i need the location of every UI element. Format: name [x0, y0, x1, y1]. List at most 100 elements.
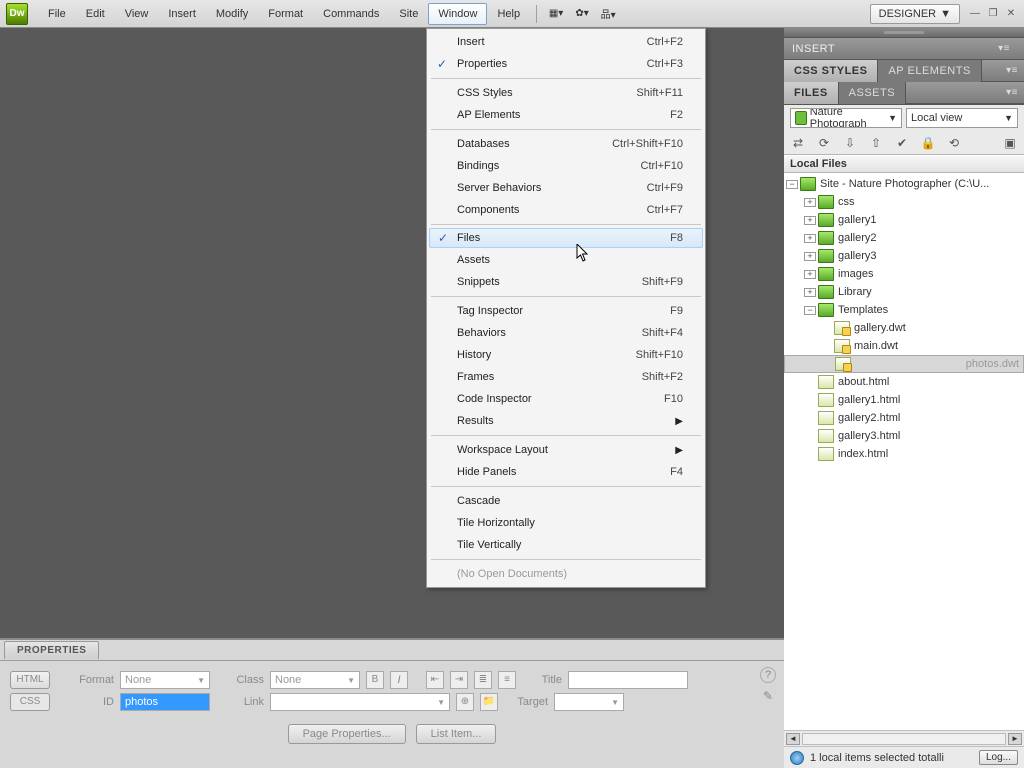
get-icon[interactable]: ⇩ — [842, 135, 858, 151]
menu-modify[interactable]: Modify — [206, 3, 258, 25]
files-column-header[interactable]: Local Files — [784, 155, 1024, 173]
menu-file[interactable]: File — [38, 3, 76, 25]
menu-view[interactable]: View — [115, 3, 159, 25]
tree-folder[interactable]: +gallery2 — [784, 229, 1024, 247]
gear-icon[interactable]: ✿▾ — [571, 5, 593, 23]
menu-item-css-styles[interactable]: CSS StylesShift+F11 — [429, 82, 703, 104]
menu-item-behaviors[interactable]: BehaviorsShift+F4 — [429, 322, 703, 344]
panel-menu-icon[interactable]: ▾≡ — [998, 43, 1016, 54]
refresh-icon[interactable]: ⟳ — [816, 135, 832, 151]
bold-icon[interactable]: B — [366, 671, 384, 689]
tree-file-selected[interactable]: photos.dwt — [784, 355, 1024, 373]
id-input[interactable]: photos — [120, 693, 210, 711]
log-button[interactable]: Log... — [979, 750, 1018, 765]
link-target-icon[interactable]: ⊕ — [456, 693, 474, 711]
menu-item-tile-vertically[interactable]: Tile Vertically — [429, 534, 703, 556]
tree-folder[interactable]: +gallery3 — [784, 247, 1024, 265]
panel-menu-icon[interactable]: ▾≡ — [1006, 87, 1024, 98]
quick-edit-icon[interactable]: ✎ — [760, 689, 776, 705]
menu-item-files[interactable]: ✓FilesF8 — [429, 228, 703, 248]
checkout-icon[interactable]: ✔ — [894, 135, 910, 151]
tree-folder[interactable]: +gallery1 — [784, 211, 1024, 229]
view-selector[interactable]: Local view ▼ — [906, 108, 1018, 128]
put-icon[interactable]: ⇧ — [868, 135, 884, 151]
menu-item-cascade[interactable]: Cascade — [429, 490, 703, 512]
scroll-track[interactable] — [802, 733, 1006, 745]
browse-folder-icon[interactable]: 📁 — [480, 693, 498, 711]
tab-files[interactable]: FILES — [784, 82, 839, 104]
css-mode-button[interactable]: CSS — [10, 693, 50, 711]
ol-icon[interactable]: ≡ — [498, 671, 516, 689]
menu-item-workspace-layout[interactable]: Workspace Layout▶ — [429, 439, 703, 461]
sync-icon[interactable]: ⟲ — [946, 135, 962, 151]
checkin-icon[interactable]: 🔒 — [920, 135, 936, 151]
tree-file[interactable]: index.html — [784, 445, 1024, 463]
ul-icon[interactable]: ≣ — [474, 671, 492, 689]
menu-item-insert[interactable]: InsertCtrl+F2 — [429, 31, 703, 53]
layout-icon[interactable]: ▦▾ — [545, 5, 567, 23]
tree-folder[interactable]: +images — [784, 265, 1024, 283]
menu-commands[interactable]: Commands — [313, 3, 389, 25]
indent-icon[interactable]: ⇥ — [450, 671, 468, 689]
workspace-switcher[interactable]: DESIGNER ▼ — [870, 4, 960, 24]
outdent-icon[interactable]: ⇤ — [426, 671, 444, 689]
tree-file[interactable]: main.dwt — [784, 337, 1024, 355]
scroll-right-icon[interactable]: ► — [1008, 733, 1022, 745]
menu-help[interactable]: Help — [487, 3, 530, 25]
menu-item-bindings[interactable]: BindingsCtrl+F10 — [429, 155, 703, 177]
target-select[interactable]: ▼ — [554, 693, 624, 711]
close-icon[interactable]: ✕ — [1004, 8, 1018, 20]
menu-edit[interactable]: Edit — [76, 3, 115, 25]
menu-item-history[interactable]: HistoryShift+F10 — [429, 344, 703, 366]
tree-folder[interactable]: +Library — [784, 283, 1024, 301]
menu-item-ap-elements[interactable]: AP ElementsF2 — [429, 104, 703, 126]
menu-window[interactable]: Window — [428, 3, 487, 25]
tab-assets[interactable]: ASSETS — [839, 82, 906, 104]
menu-item-snippets[interactable]: SnippetsShift+F9 — [429, 271, 703, 293]
menu-item-components[interactable]: ComponentsCtrl+F7 — [429, 199, 703, 221]
tree-file[interactable]: gallery.dwt — [784, 319, 1024, 337]
tree-file[interactable]: gallery1.html — [784, 391, 1024, 409]
network-icon[interactable]: 品▾ — [597, 5, 619, 23]
menu-item-hide-panels[interactable]: Hide PanelsF4 — [429, 461, 703, 483]
italic-icon[interactable]: I — [390, 671, 408, 689]
tree-file[interactable]: gallery3.html — [784, 427, 1024, 445]
format-select[interactable]: None▼ — [120, 671, 210, 689]
tree-folder[interactable]: +css — [784, 193, 1024, 211]
tree-file[interactable]: about.html — [784, 373, 1024, 391]
menu-item-server-behaviors[interactable]: Server BehaviorsCtrl+F9 — [429, 177, 703, 199]
title-input[interactable] — [568, 671, 688, 689]
page-properties-button[interactable]: Page Properties... — [288, 724, 406, 744]
expand-icon[interactable]: ▣ — [1002, 135, 1018, 151]
menu-item-code-inspector[interactable]: Code InspectorF10 — [429, 388, 703, 410]
properties-tab[interactable]: PROPERTIES — [4, 641, 99, 659]
horizontal-scrollbar[interactable]: ◄ ► — [784, 730, 1024, 746]
menu-item-assets[interactable]: Assets — [429, 249, 703, 271]
site-selector[interactable]: Nature Photograph ▼ — [790, 108, 902, 128]
link-input[interactable]: ▼ — [270, 693, 450, 711]
tab-ap-elements[interactable]: AP ELEMENTS — [878, 60, 981, 82]
list-item-button[interactable]: List Item... — [416, 724, 497, 744]
menu-item-databases[interactable]: DatabasesCtrl+Shift+F10 — [429, 133, 703, 155]
panel-collapse-handle[interactable] — [784, 28, 1024, 38]
minimize-icon[interactable]: — — [968, 8, 982, 20]
restore-icon[interactable]: ❐ — [986, 8, 1000, 20]
help-icon[interactable]: ? — [760, 667, 776, 683]
menu-site[interactable]: Site — [389, 3, 428, 25]
tab-css-styles[interactable]: CSS STYLES — [784, 60, 878, 82]
menu-insert[interactable]: Insert — [158, 3, 206, 25]
insert-panel-tab[interactable]: INSERT ▾≡ — [784, 38, 1024, 60]
tree-root[interactable]: −Site - Nature Photographer (C:\U... — [784, 175, 1024, 193]
connect-icon[interactable]: ⇄ — [790, 135, 806, 151]
menu-item-results[interactable]: Results▶ — [429, 410, 703, 432]
tree-file[interactable]: gallery2.html — [784, 409, 1024, 427]
panel-menu-icon[interactable]: ▾≡ — [1006, 65, 1024, 76]
menu-item-tile-horizontally[interactable]: Tile Horizontally — [429, 512, 703, 534]
html-mode-button[interactable]: HTML — [10, 671, 50, 689]
menu-item-frames[interactable]: FramesShift+F2 — [429, 366, 703, 388]
menu-item-properties[interactable]: ✓PropertiesCtrl+F3 — [429, 53, 703, 75]
menu-item-tag-inspector[interactable]: Tag InspectorF9 — [429, 300, 703, 322]
tree-folder-templates[interactable]: −Templates — [784, 301, 1024, 319]
menu-format[interactable]: Format — [258, 3, 313, 25]
class-select[interactable]: None▼ — [270, 671, 360, 689]
